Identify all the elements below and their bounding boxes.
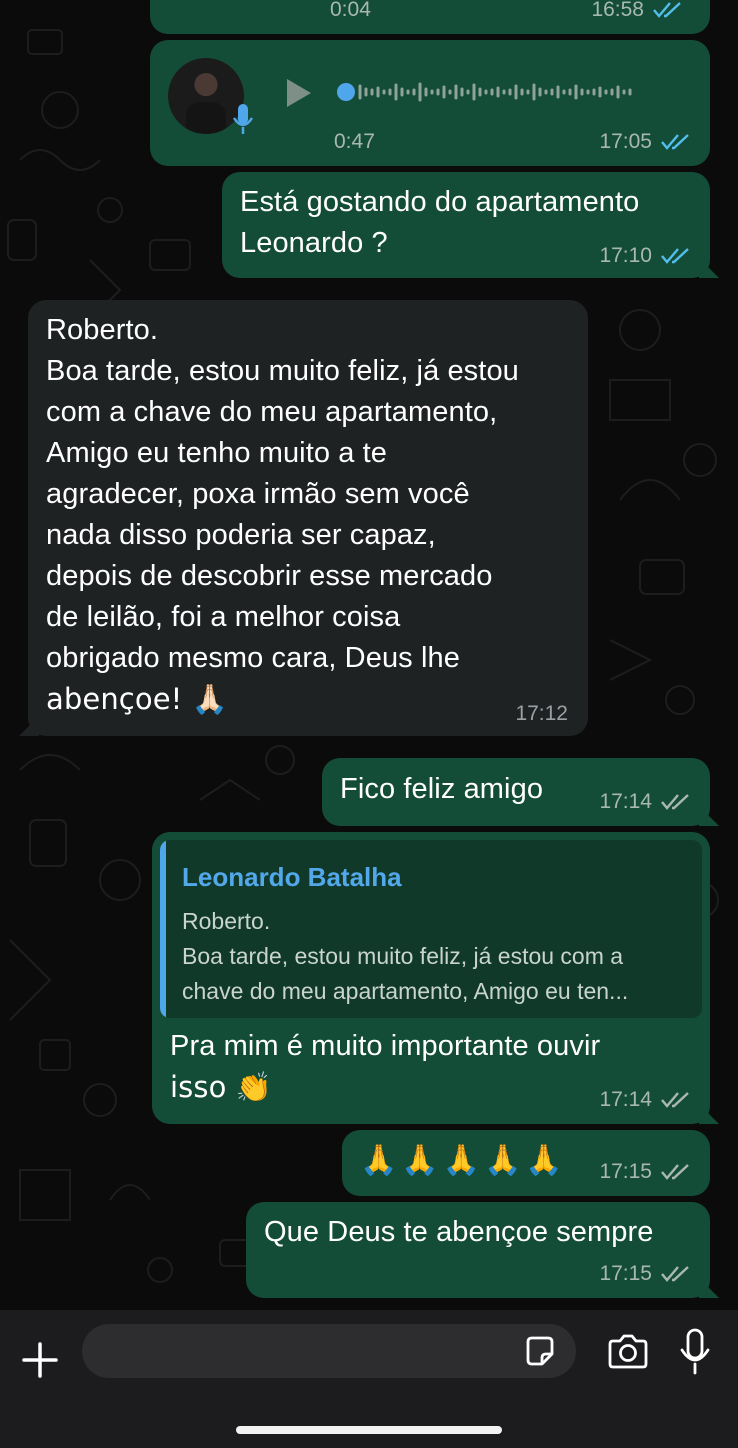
message-time: 17:05 [599,130,652,153]
message-time: 17:15 [599,1160,652,1183]
message-bubble[interactable]: Que Deus te abençoe sempre 17:15 [246,1202,710,1298]
message-time: 17:15 [599,1262,652,1285]
message-text: Que Deus te abençoe sempre [264,1216,654,1248]
message-text: Fico feliz amigo [340,773,544,805]
quote-author: Leonardo Batalha [182,862,402,892]
message-meta: 17:12 [515,702,568,726]
message-meta: 0:47 [334,130,375,154]
message-bubble[interactable]: Fico feliz amigo 17:14 [322,758,710,826]
reply-message-bubble[interactable]: Leonardo Batalha Roberto. Boa tarde, est… [152,832,710,1124]
message-meta: 17:14 [599,1088,692,1112]
message-time: 16:58 [591,0,644,21]
double-check-icon [661,248,689,264]
message-time: 17:12 [515,702,568,725]
microphone-icon[interactable] [678,1328,712,1376]
message-input[interactable] [82,1324,576,1378]
microphone-icon [232,104,254,134]
quote-accent-bar [160,840,166,1018]
double-check-icon [661,1092,689,1108]
chat-area[interactable]: 0:04 16:58 0:47 17:05 Está gostando do a… [0,0,738,1310]
message-meta: 16:58 [591,0,684,22]
message-time: 17:14 [599,790,652,813]
message-meta: 17:15 [599,1160,692,1184]
message-time: 17:10 [599,244,652,267]
message-input-bar [0,1310,738,1448]
message-bubble[interactable]: Roberto. Boa tarde, estou muito feliz, j… [28,300,588,736]
voice-message-bubble[interactable]: 0:47 17:05 [150,40,710,166]
message-time: 17:14 [599,1088,652,1111]
emoji-message-bubble[interactable]: 🙏🙏🙏🙏🙏 17:15 [342,1130,710,1196]
message-meta: 17:05 [599,130,692,154]
voice-duration: 0:04 [330,0,371,21]
double-check-icon [661,1164,689,1180]
double-check-icon [661,134,689,150]
message-text: Roberto. Boa tarde, estou muito feliz, j… [46,314,519,716]
message-meta: 17:14 [599,790,692,814]
home-indicator [236,1426,502,1434]
message-meta: 17:10 [599,244,692,268]
play-icon[interactable] [283,76,315,110]
sticker-icon[interactable] [522,1334,558,1370]
plus-icon[interactable] [18,1338,62,1382]
double-check-icon [661,1266,689,1282]
quote-text: Roberto. Boa tarde, estou muito feliz, j… [182,908,629,1004]
message-text: 🙏🙏🙏🙏🙏 [360,1143,567,1178]
audio-waveform[interactable] [336,78,686,106]
voice-duration: 0:47 [334,130,375,153]
quoted-message[interactable]: Leonardo Batalha Roberto. Boa tarde, est… [160,840,702,1018]
double-check-icon [653,2,681,18]
message-meta: 17:15 [599,1262,692,1286]
partial-message-bubble[interactable]: 0:04 16:58 [150,0,710,34]
message-bubble[interactable]: Está gostando do apartamento Leonardo ? … [222,172,710,278]
camera-icon[interactable] [606,1332,650,1372]
double-check-icon [661,794,689,810]
message-meta: 0:04 [330,0,371,22]
